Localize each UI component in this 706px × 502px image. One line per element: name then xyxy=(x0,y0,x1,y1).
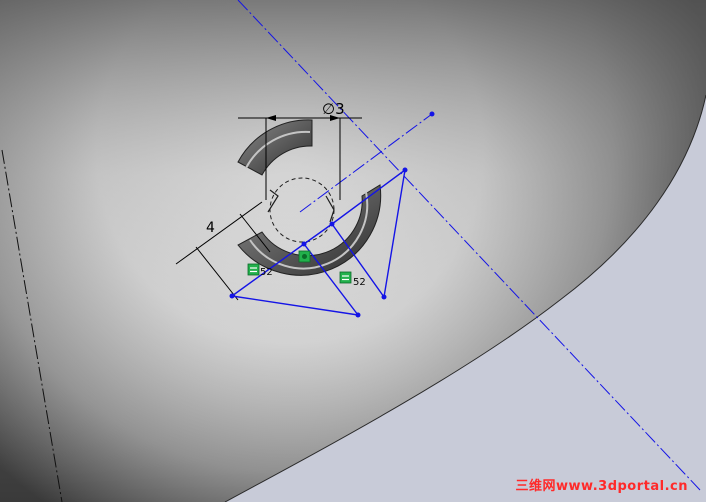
equal-relation-label-1: 52 xyxy=(260,267,273,278)
construction-line-endpoint[interactable] xyxy=(429,111,435,117)
sketch-point-4[interactable] xyxy=(329,221,335,227)
sketch-point-2[interactable] xyxy=(301,241,307,247)
diameter-dimension-label[interactable]: ∅3 xyxy=(322,100,345,118)
sketch-point-3[interactable] xyxy=(355,312,361,318)
coincident-relation-icon[interactable] xyxy=(298,250,311,263)
sketch-point-6[interactable] xyxy=(381,294,387,300)
graphics-viewport[interactable]: ∅3 4 52 52 三维网www.3dportal.cn xyxy=(0,0,706,502)
equal-relation-icon[interactable] xyxy=(339,271,352,284)
equal-relation-icon[interactable] xyxy=(247,263,260,276)
cad-scene[interactable]: ∅3 4 52 52 xyxy=(0,0,706,502)
watermark-text: 三维网www.3dportal.cn xyxy=(515,479,688,494)
length-dimension-label[interactable]: 4 xyxy=(206,220,215,236)
equal-relation-label-2: 52 xyxy=(353,277,366,288)
sketch-point-5[interactable] xyxy=(402,167,408,173)
sketch-point-1[interactable] xyxy=(229,293,235,299)
